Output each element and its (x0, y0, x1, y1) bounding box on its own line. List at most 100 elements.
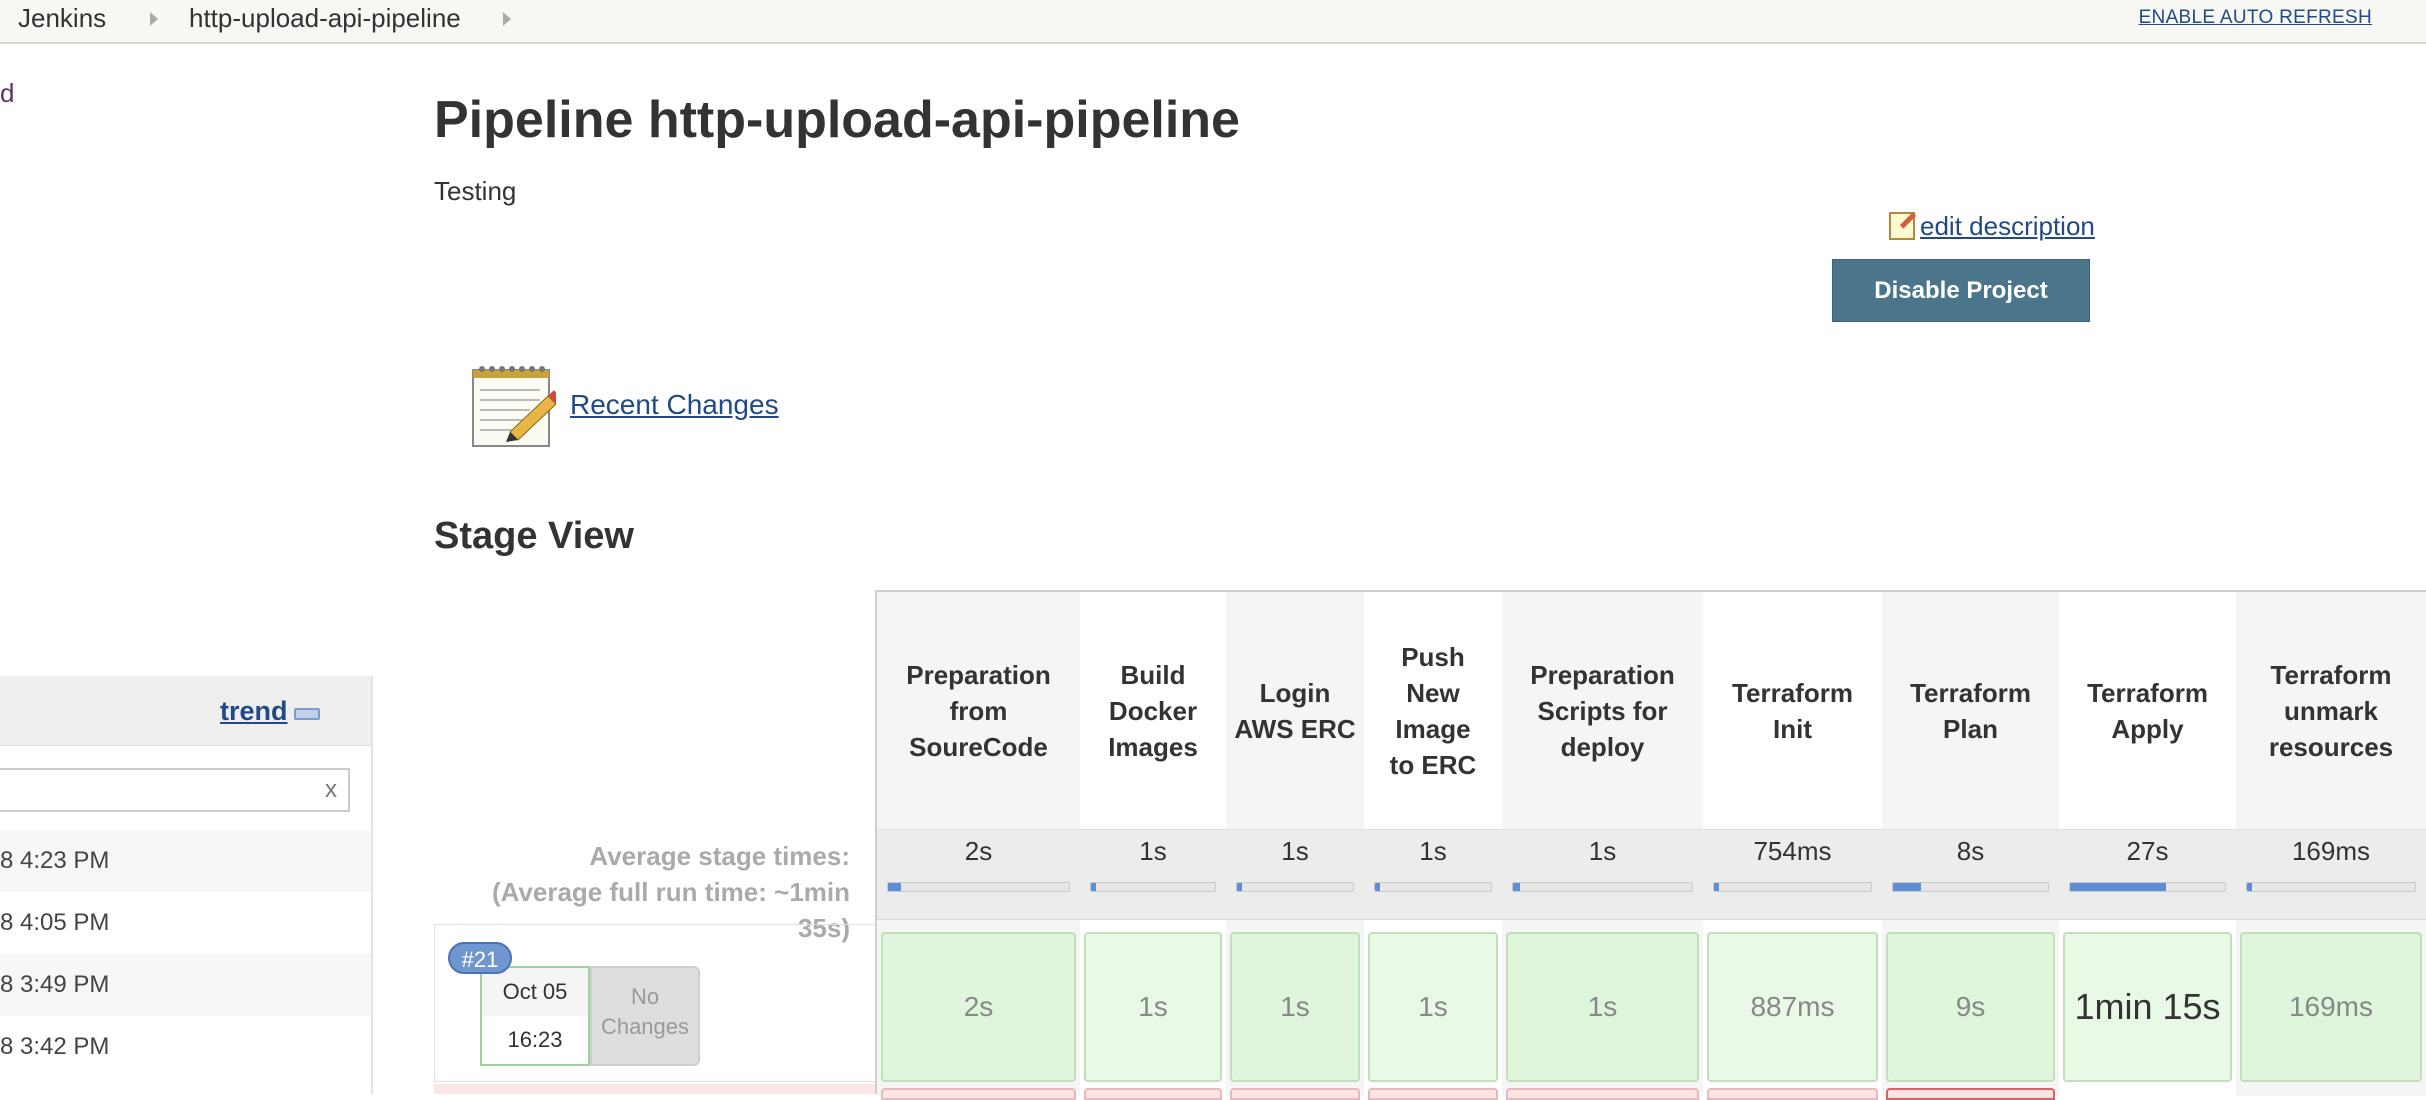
breadcrumb-arrow-icon[interactable] (150, 12, 158, 26)
stage-column: Terraform Plan 8s 9s (1882, 592, 2059, 1100)
edit-description-icon[interactable] (1889, 212, 1915, 240)
stage-average-time: 754ms (1753, 836, 1832, 866)
disable-project-button[interactable]: Disable Project (1832, 259, 2090, 322)
stage-cell-success[interactable]: 2s (881, 932, 1076, 1082)
stage-column: Login AWS ERC 1s 1s (1226, 592, 1364, 1100)
stage-cell-success[interactable]: 1min 15s (2063, 932, 2232, 1082)
trend-collapse-icon[interactable] (294, 708, 320, 720)
stage-cell-next[interactable] (1230, 1088, 1360, 1100)
breadcrumb-jenkins[interactable]: Jenkins (18, 3, 106, 33)
stage-cell-success[interactable]: 169ms (2240, 932, 2422, 1082)
stage-average-bar (1236, 882, 1354, 892)
stage-average: 2s (877, 830, 1080, 920)
stage-average-bar-fill (888, 883, 901, 891)
build-history-time: 8 4:05 PM (0, 909, 110, 936)
stage-average-bar (1374, 882, 1492, 892)
stage-column: Push New Image to ERC 1s 1s (1364, 592, 1502, 1100)
stage-header: Preparation Scripts for deploy (1502, 592, 1703, 830)
stage-average-bar-fill (1714, 883, 1719, 891)
stage-cell-success[interactable]: 1s (1230, 932, 1360, 1082)
stage-header: Push New Image to ERC (1364, 592, 1502, 830)
stage-average-bar-fill (1513, 883, 1521, 891)
stage-average-time: 1s (1419, 836, 1447, 866)
stage-cell-next-failed[interactable] (1886, 1088, 2055, 1100)
stage-average-time: 1s (1281, 836, 1309, 866)
build-history-row[interactable]: 8 3:42 PM (0, 1016, 371, 1078)
breadcrumb-arrow-icon[interactable] (503, 12, 511, 26)
stage-average-time: 8s (1956, 836, 1985, 866)
stage-average-time: 2s (964, 836, 993, 866)
sidebar-link[interactable]: d (0, 78, 14, 109)
build-history-panel: trend x 8 4:23 PM 8 4:05 PM 8 3:49 PM 8 … (0, 676, 373, 1094)
trend-link[interactable]: trend (220, 696, 288, 727)
stage-average-bar-fill (1237, 883, 1242, 891)
stage-cell-success[interactable]: 1s (1084, 932, 1222, 1082)
stage-header: Terraform Plan (1882, 592, 2059, 830)
stage-average-bar (1713, 882, 1872, 892)
stage-cell-success[interactable]: 9s (1886, 932, 2055, 1082)
build-filter-input[interactable] (0, 768, 350, 812)
build-history-time: 8 4:23 PM (0, 847, 110, 874)
stage-average: 8s (1882, 830, 2059, 920)
stage-average-bar-fill (2070, 883, 2167, 891)
stage-average-time: 169ms (2291, 836, 2371, 866)
build-date: Oct 05 (482, 968, 588, 1016)
stage-average: 1s (1502, 830, 1703, 920)
stage-column: Terraform Init 754ms 887ms (1703, 592, 1882, 1100)
stage-average-time: 1s (1139, 836, 1167, 866)
build-history-header: trend (0, 676, 371, 746)
stage-cell-success[interactable]: 887ms (1707, 932, 1878, 1082)
stage-header: Build Docker Images (1080, 592, 1226, 830)
stage-column: Terraform Apply 27s 1min 15s (2059, 592, 2236, 1096)
stage-header: Terraform Apply (2059, 592, 2236, 830)
no-changes-label: No Changes (590, 966, 700, 1066)
stage-average: 1s (1226, 830, 1364, 920)
stage-column: Build Docker Images 1s 1s (1080, 592, 1226, 1100)
stage-average: 1s (1080, 830, 1226, 920)
stage-average-bar-fill (1375, 883, 1380, 891)
avg-label-line1: Average stage times: (589, 841, 850, 871)
build-history-time: 8 3:49 PM (0, 971, 110, 998)
stage-average-bar (887, 882, 1070, 892)
stage-average-time: 1s (1588, 836, 1617, 866)
stage-average-bar (1090, 882, 1216, 892)
build-history-time: 8 3:42 PM (0, 1033, 110, 1060)
build-history-row[interactable]: 8 4:05 PM (0, 892, 371, 954)
stage-cell-next[interactable] (1084, 1088, 1222, 1100)
stage-column: Preparation from SoureCode 2s 2s (877, 592, 1080, 1100)
build-history-row[interactable]: 8 3:49 PM (0, 954, 371, 1016)
stage-average-bar-fill (1091, 883, 1096, 891)
build-date-box[interactable]: Oct 05 16:23 (480, 966, 590, 1066)
edit-description-link[interactable]: edit description (1920, 211, 2095, 242)
stage-cell-next[interactable] (1707, 1088, 1878, 1100)
recent-changes-link[interactable]: Recent Changes (570, 389, 779, 421)
stage-header: Login AWS ERC (1226, 592, 1364, 830)
job-description: Testing (434, 176, 517, 206)
stage-average-time: 27s (2126, 836, 2169, 866)
stage-average-bar (1892, 882, 2049, 892)
stage-cell-next[interactable] (1506, 1088, 1699, 1100)
breadcrumb-bar: Jenkins http-upload-api-pipeline ENABLE … (0, 0, 2426, 44)
stage-cell-next[interactable] (881, 1088, 1076, 1100)
stage-average: 169ms (2236, 830, 2426, 920)
stage-cell-success[interactable]: 1s (1368, 932, 1498, 1082)
notepad-icon (472, 366, 556, 447)
stage-header: Preparation from SoureCode (877, 592, 1080, 830)
stage-column: Preparation Scripts for deploy 1s 1s (1502, 592, 1703, 1100)
stage-cell-next[interactable] (1368, 1088, 1498, 1100)
stage-cell-success[interactable]: 1s (1506, 932, 1699, 1082)
stage-average: 754ms (1703, 830, 1882, 920)
build-number-badge[interactable]: #21 (448, 942, 512, 974)
stage-header: Terraform Init (1703, 592, 1882, 830)
stage-average-bar (2246, 882, 2416, 892)
clear-filter-icon[interactable]: x (325, 776, 337, 804)
stage-average-bar (2069, 882, 2226, 892)
next-build-row (434, 1084, 875, 1094)
stage-average-bar (1512, 882, 1693, 892)
enable-auto-refresh-link[interactable]: ENABLE AUTO REFRESH (2139, 7, 2372, 29)
breadcrumb-job[interactable]: http-upload-api-pipeline (189, 3, 461, 33)
stage-view-title: Stage View (434, 515, 634, 557)
stage-average: 27s (2059, 830, 2236, 920)
build-history-row[interactable]: 8 4:23 PM (0, 830, 371, 892)
stage-header: Terraform unmark resources (2236, 592, 2426, 830)
